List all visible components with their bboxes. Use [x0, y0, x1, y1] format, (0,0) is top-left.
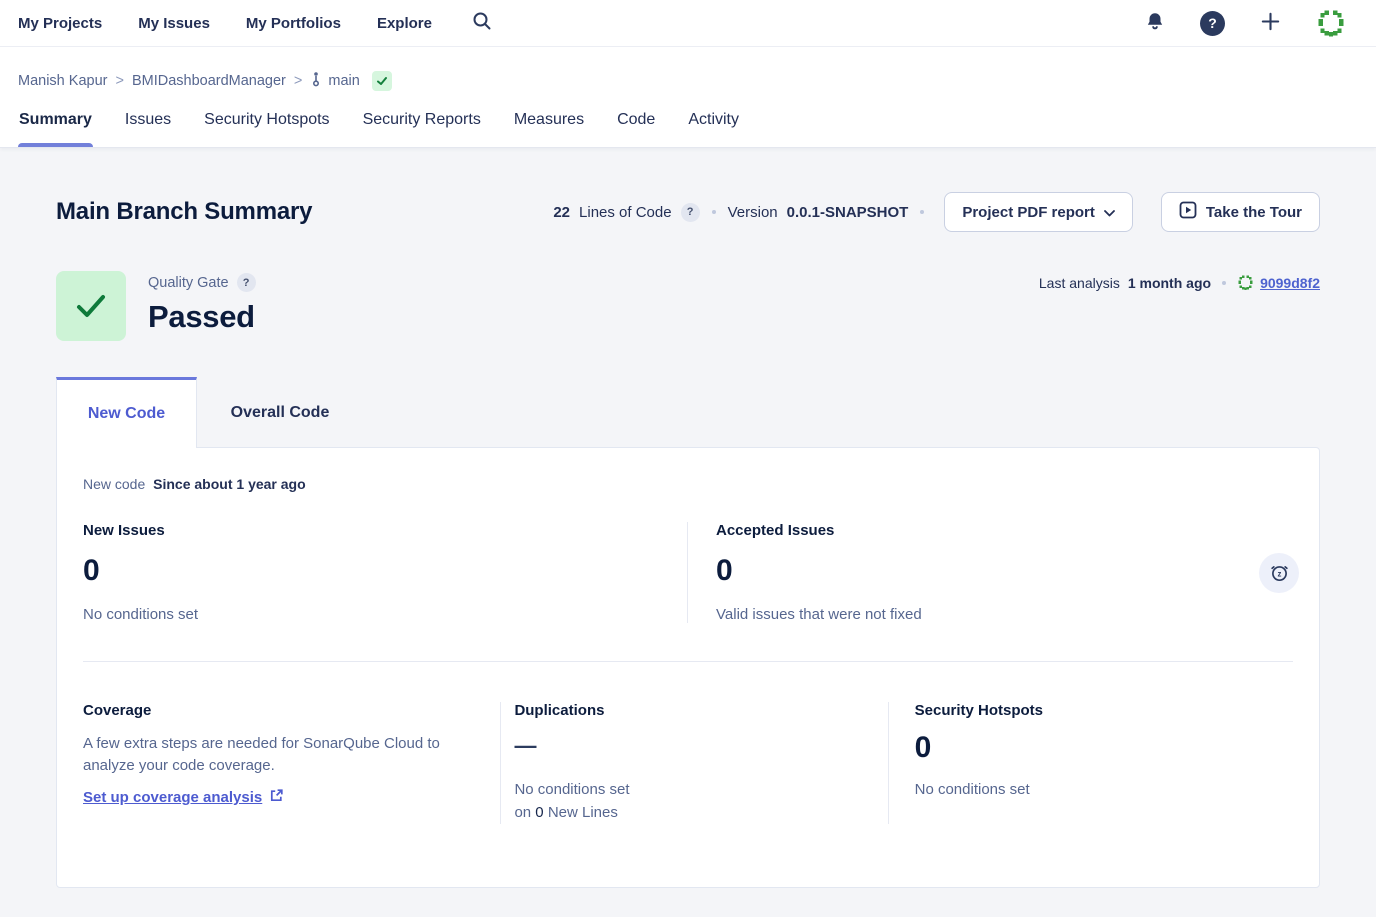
tab-security-reports[interactable]: Security Reports: [362, 98, 482, 147]
panel-divider: [83, 661, 1293, 662]
coverage-description: A few extra steps are needed for SonarQu…: [83, 733, 456, 777]
notifications-button[interactable]: [1144, 11, 1166, 36]
tab-activity[interactable]: Activity: [687, 98, 740, 147]
tab-overall-code[interactable]: Overall Code: [197, 377, 363, 448]
metric-value[interactable]: 0: [83, 554, 659, 588]
breadcrumb: Manish Kapur > BMIDashboardManager > mai…: [18, 47, 1358, 98]
quality-gate-help-icon[interactable]: ?: [237, 273, 256, 292]
setup-coverage-link[interactable]: Set up coverage analysis: [83, 788, 456, 807]
chevron-down-icon: [1104, 204, 1115, 221]
breadcrumb-org-link[interactable]: Manish Kapur: [18, 73, 107, 89]
version-value: 0.0.1-SNAPSHOT: [787, 204, 909, 221]
branch-quality-gate-badge: [372, 71, 392, 91]
new-code-panel: New code Since about 1 year ago New Issu…: [56, 447, 1320, 888]
dot-separator: [1222, 281, 1226, 285]
project-tabs: Summary Issues Security Hotspots Securit…: [18, 98, 1358, 147]
security-hotspots-section: Security Hotspots 0 No conditions set: [888, 702, 1293, 824]
help-button[interactable]: ?: [1200, 11, 1225, 36]
new-code-label: New code: [83, 476, 145, 492]
nav-my-portfolios[interactable]: My Portfolios: [246, 15, 341, 32]
duplications-title: Duplications: [514, 702, 887, 719]
last-analysis-label: Last analysis: [1039, 275, 1120, 291]
main-content: Main Branch Summary 22 Lines of Code ? V…: [0, 192, 1376, 888]
quality-gate-label: Quality Gate: [148, 275, 229, 291]
tour-button-label: Take the Tour: [1206, 204, 1302, 221]
coverage-title: Coverage: [83, 702, 456, 719]
lines-of-code-label: Lines of Code: [579, 204, 672, 221]
create-button[interactable]: [1259, 10, 1282, 36]
metric-subtitle: Valid issues that were not fixed: [716, 606, 1259, 623]
identicon-avatar-icon: [1316, 8, 1346, 38]
global-top-bar: My Projects My Issues My Portfolios Expl…: [0, 0, 1376, 47]
metric-title: Accepted Issues: [716, 522, 1259, 539]
lines-of-code-help-icon[interactable]: ?: [681, 203, 700, 222]
version-label: Version: [728, 204, 778, 221]
coverage-link-label: Set up coverage analysis: [83, 789, 262, 806]
coverage-section: Coverage A few extra steps are needed fo…: [83, 702, 500, 824]
quality-gate-status: Passed: [148, 299, 256, 335]
tab-issues[interactable]: Issues: [124, 98, 172, 147]
check-icon: [376, 75, 388, 87]
play-icon: [1179, 201, 1197, 223]
check-icon: [74, 289, 108, 323]
duplications-value: —: [514, 733, 887, 759]
tab-code[interactable]: Code: [616, 98, 656, 147]
code-scope-tabs: New Code Overall Code: [56, 377, 1320, 448]
external-link-icon: [269, 788, 284, 807]
identicon-commit-avatar-icon: [1237, 274, 1254, 291]
lines-of-code-value: 22: [553, 204, 570, 221]
alarm-snooze-icon: z: [1269, 562, 1290, 583]
metric-accepted-issues: Accepted Issues 0 Valid issues that were…: [688, 522, 1293, 623]
search-icon: [472, 11, 492, 36]
duplications-section: Duplications — No conditions set on 0 Ne…: [500, 702, 887, 824]
plus-icon: [1259, 10, 1282, 36]
quality-gate-status-icon: [56, 271, 126, 341]
breadcrumb-separator: >: [294, 73, 302, 89]
help-icon: ?: [1200, 11, 1225, 36]
tab-security-hotspots[interactable]: Security Hotspots: [203, 98, 330, 147]
tab-measures[interactable]: Measures: [513, 98, 585, 147]
security-hotspots-subtitle: No conditions set: [915, 781, 1293, 798]
tab-new-code[interactable]: New Code: [56, 377, 197, 448]
security-hotspots-title: Security Hotspots: [915, 702, 1293, 719]
metric-new-issues: New Issues 0 No conditions set: [83, 522, 688, 623]
duplications-on-label: on: [514, 804, 531, 821]
user-avatar[interactable]: [1316, 8, 1346, 38]
commit-hash-link[interactable]: 9099d8f2: [1260, 275, 1320, 291]
take-the-tour-button[interactable]: Take the Tour: [1161, 192, 1320, 232]
breadcrumb-separator: >: [115, 73, 123, 89]
metric-subtitle: No conditions set: [83, 606, 659, 623]
dot-separator: [712, 210, 716, 214]
branch-name: main: [328, 73, 359, 89]
metric-title: New Issues: [83, 522, 659, 539]
last-analysis-value: 1 month ago: [1128, 275, 1211, 291]
branch-icon: [310, 70, 322, 92]
page-title: Main Branch Summary: [56, 198, 312, 226]
pdf-button-label: Project PDF report: [962, 204, 1095, 221]
dot-separator: [920, 210, 924, 214]
metric-value[interactable]: 0: [716, 554, 1259, 588]
duplications-conditions: No conditions set: [514, 781, 629, 798]
tab-summary[interactable]: Summary: [18, 98, 93, 147]
nav-explore[interactable]: Explore: [377, 15, 432, 32]
duplications-new-lines-value: 0: [535, 804, 543, 821]
security-hotspots-value[interactable]: 0: [915, 731, 1293, 765]
breadcrumb-project-link[interactable]: BMIDashboardManager: [132, 73, 286, 89]
accepted-issues-badge: z: [1259, 553, 1299, 593]
duplications-new-lines-label: New Lines: [548, 804, 618, 821]
global-nav: My Projects My Issues My Portfolios Expl…: [18, 15, 432, 32]
bell-icon: [1144, 11, 1166, 36]
nav-my-projects[interactable]: My Projects: [18, 15, 102, 32]
svg-text:z: z: [1277, 569, 1281, 578]
project-pdf-report-button[interactable]: Project PDF report: [944, 192, 1133, 232]
search-button[interactable]: [472, 11, 492, 36]
project-header: Manish Kapur > BMIDashboardManager > mai…: [0, 47, 1376, 148]
branch-selector[interactable]: main: [310, 70, 359, 92]
new-code-period: Since about 1 year ago: [153, 476, 306, 492]
nav-my-issues[interactable]: My Issues: [138, 15, 210, 32]
